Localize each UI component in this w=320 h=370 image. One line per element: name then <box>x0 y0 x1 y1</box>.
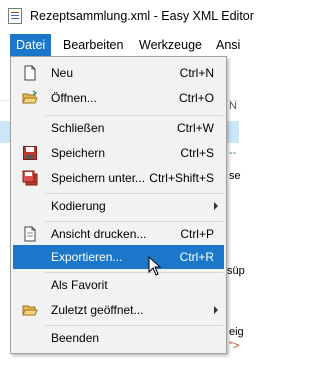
bg-snippet-2: -- <box>229 147 237 159</box>
menu-item-shortcut: Ctrl+N <box>179 66 214 80</box>
menu-item-label: Speichern unter... <box>51 171 146 185</box>
open-folder-icon <box>22 90 38 104</box>
menu-item-beenden[interactable]: Beenden <box>13 326 224 350</box>
bg-snippet-4: süp <box>227 265 245 277</box>
menu-item-label: Schließen <box>51 121 105 135</box>
bg-snippet-5: eig <box>229 326 244 338</box>
menu-werkzeuge[interactable]: Werkzeuge <box>133 34 208 56</box>
new-file-icon <box>24 65 36 81</box>
menu-item-speichern[interactable]: Speichern Ctrl+S <box>13 141 224 165</box>
menu-item-shortcut: Ctrl+Shift+S <box>149 171 214 185</box>
menu-item-label: Neu <box>51 66 74 80</box>
menu-item-label: Zuletzt geöffnet... <box>51 303 144 317</box>
menu-item-shortcut: Ctrl+R <box>179 250 214 264</box>
menu-item-kodierung[interactable]: Kodierung <box>13 194 224 218</box>
print-preview-icon <box>24 226 36 242</box>
menu-item-speichern-unter[interactable]: Speichern unter... Ctrl+Shift+S <box>13 166 224 190</box>
menu-item-shortcut: Ctrl+W <box>177 121 214 135</box>
recent-folder-icon <box>22 305 38 316</box>
window-title: Rezeptsammlung.xml - Easy XML Editor <box>30 9 254 23</box>
menu-item-shortcut: Ctrl+S <box>180 146 214 160</box>
mouse-cursor-icon <box>148 256 162 276</box>
menu-item-exportieren[interactable]: Exportieren... Ctrl+R <box>13 245 224 269</box>
bg-snippet-3: se <box>229 170 241 182</box>
menu-item-label: Als Favorit <box>51 278 108 292</box>
menu-item-oeffnen[interactable]: Öffnen... Ctrl+O <box>13 86 224 110</box>
menu-bar: Datei Bearbeiten Werkzeuge Ansi <box>0 34 240 56</box>
menu-datei[interactable]: Datei <box>10 34 52 56</box>
app-icon <box>8 8 22 24</box>
submenu-arrow-icon <box>214 306 218 314</box>
save-icon <box>23 146 37 160</box>
menu-item-als-favorit[interactable]: Als Favorit <box>13 273 224 297</box>
menu-item-label: Beenden <box>51 331 100 345</box>
menu-item-label: Exportieren... <box>51 250 123 264</box>
bg-snippet-6: "> <box>229 340 240 352</box>
menu-item-label: Speichern <box>51 146 106 160</box>
datei-dropdown-menu: Neu Ctrl+N Öffnen... Ctrl+O Schließen Ct… <box>10 56 227 354</box>
menu-item-neu[interactable]: Neu Ctrl+N <box>13 61 224 85</box>
menu-item-label: Kodierung <box>51 199 106 213</box>
menu-item-shortcut: Ctrl+O <box>178 91 214 105</box>
menu-ansicht[interactable]: Ansi <box>210 34 246 56</box>
menu-bearbeiten[interactable]: Bearbeiten <box>57 34 129 56</box>
menu-item-schliessen[interactable]: Schließen Ctrl+W <box>13 116 224 140</box>
submenu-arrow-icon <box>214 202 218 210</box>
menu-item-ansicht-drucken[interactable]: Ansicht drucken... Ctrl+P <box>13 222 224 246</box>
menu-item-label: Ansicht drucken... <box>51 227 147 241</box>
title-bar: Rezeptsammlung.xml - Easy XML Editor <box>0 0 254 35</box>
menu-item-shortcut: Ctrl+P <box>180 227 214 241</box>
bg-snippet-1: N <box>229 100 237 112</box>
menu-item-zuletzt-geoeffnet[interactable]: Zuletzt geöffnet... <box>13 298 224 322</box>
menu-item-label: Öffnen... <box>51 91 97 105</box>
save-as-icon <box>22 170 38 186</box>
